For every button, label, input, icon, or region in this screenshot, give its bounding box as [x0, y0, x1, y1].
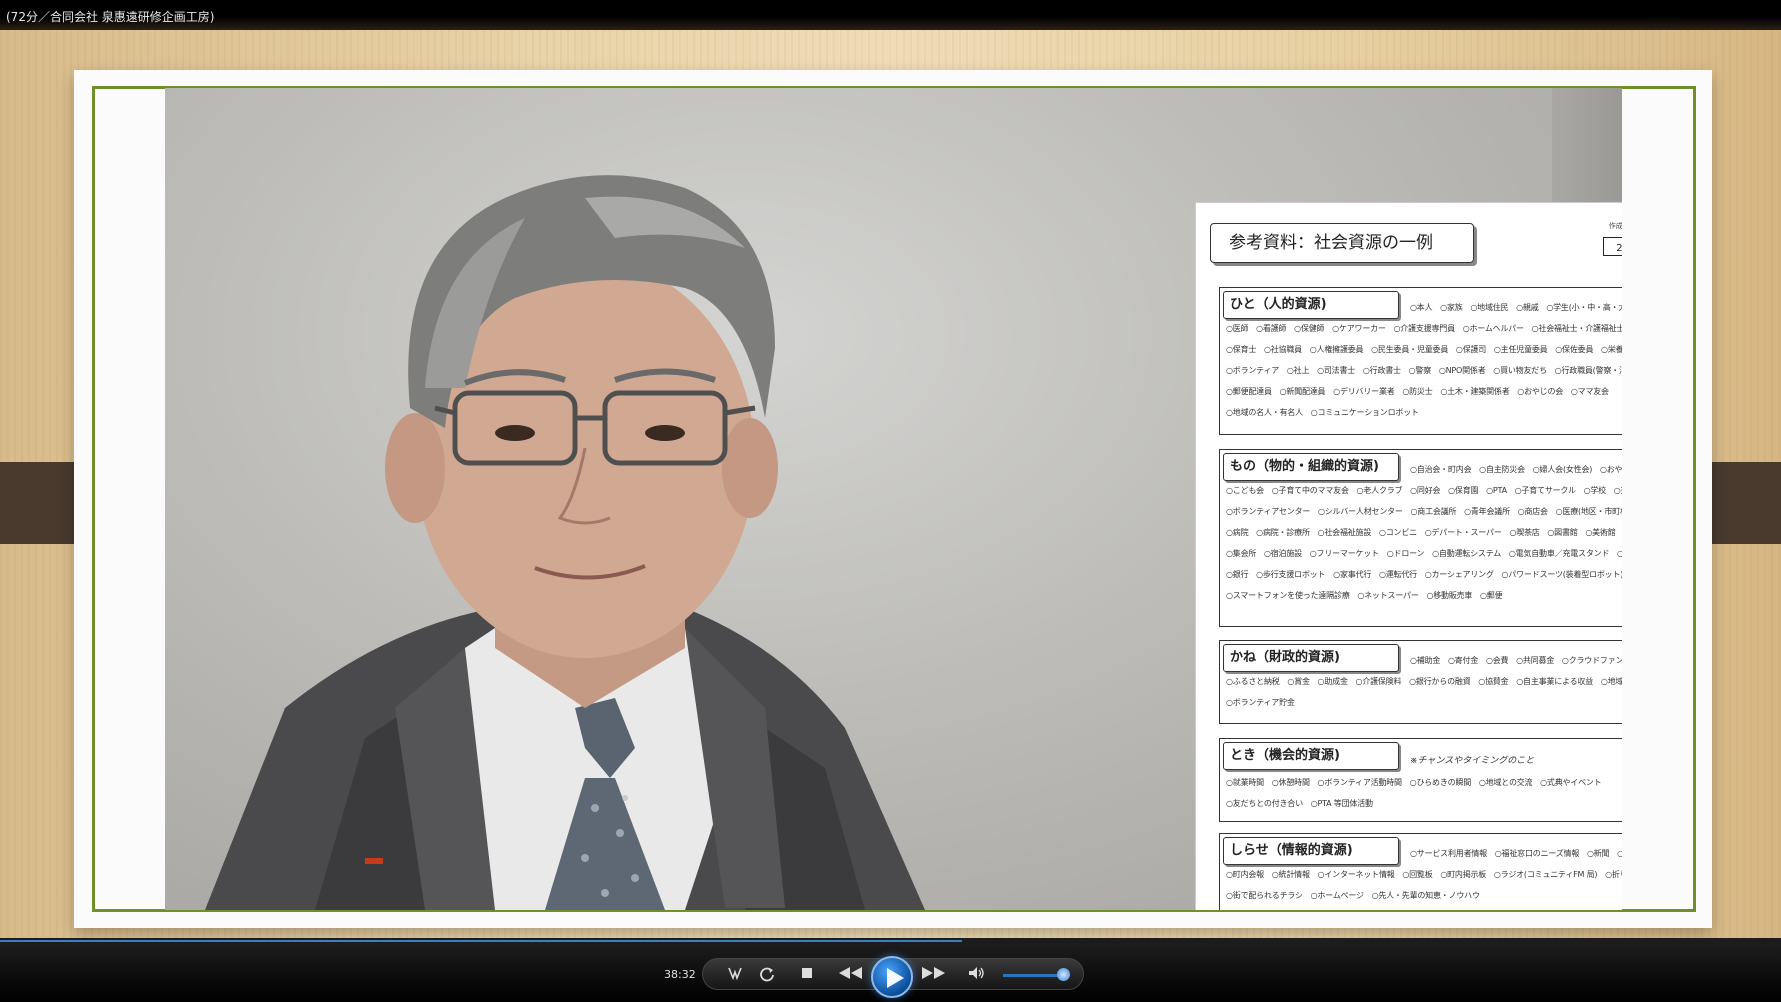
repeat-icon[interactable] [756, 966, 778, 984]
resource-line: ○医師 ○看護師 ○保健師 ○ケアワーカー ○介護支援専門員 ○ホームヘルパー … [1226, 324, 1622, 333]
resource-section: かね（財政的資源) ○補助金 ○寄付金 ○会費 ○共同募金 ○クラウドファンディン… [1219, 640, 1622, 724]
section-note: ※チャンスやタイミングのこと [1410, 756, 1535, 766]
play-button[interactable] [871, 956, 913, 998]
slide-author: 作成：合同会社 泉惠遠研修企画工房 [1608, 222, 1622, 230]
time-display: 38:32 [664, 968, 696, 981]
resource-line: ○自治会・町内会 ○自主防災会 ○婦人会(女性会) ○おやじの会 [1410, 465, 1622, 474]
volume-thumb[interactable] [1057, 968, 1070, 981]
resource-line: ○郵便配達員 ○新聞配達員 ○デリバリー業者 ○防災士 ○土木・建築関係者 ○お… [1226, 387, 1609, 396]
resource-line: ○サービス利用者情報 ○福祉窓口のニーズ情報 ○新聞 ○雑誌 ○テレビ [1410, 849, 1622, 858]
fast-forward-icon[interactable] [920, 966, 948, 984]
resource-line: ○集会所 ○宿泊施設 ○フリーマーケット ○ドローン ○自動運転システム ○電気… [1226, 549, 1622, 558]
resource-line: ○こども会 ○子育て中のママ友会 ○老人クラブ ○同好会 ○保育園 ○PTA ○… [1226, 486, 1622, 495]
rewind-icon[interactable] [836, 966, 864, 984]
resource-line: ○地域の名人・有名人 ○コミュニケーションロボット [1226, 408, 1419, 417]
player-controls: 38:32 [0, 944, 1781, 1002]
resource-line: ○スマートフォンを使った遠隔診療 ○ネットスーパー ○移動販売車 ○郵便 [1226, 591, 1503, 600]
video-area[interactable]: 参考資料：社会資源の一例 作成：合同会社 泉惠遠研修企画工房 2022.08.0… [0, 30, 1781, 938]
reference-slide: 参考資料：社会資源の一例 作成：合同会社 泉惠遠研修企画工房 2022.08.0… [1195, 202, 1622, 910]
resource-section: ひと（人的資源) ○本人 ○家族 ○地域住民 ○親戚 ○学生(小・中・高・大) ○… [1219, 287, 1622, 435]
resource-line: ○町内会報 ○統計情報 ○インターネット情報 ○回覧板 ○町内掲示板 ○ラジオ(… [1226, 870, 1622, 879]
section-label: ひと（人的資源) [1223, 291, 1399, 319]
resource-line: ○ボランティア ○社上 ○司法書士 ○行政書士 ○警察 ○NPO関係者 ○買い物… [1226, 366, 1622, 375]
video-scene: 参考資料：社会資源の一例 作成：合同会社 泉惠遠研修企画工房 2022.08.0… [165, 88, 1622, 910]
seek-progress [0, 940, 962, 942]
resource-line: ○保育士 ○社協職員 ○人権擁護委員 ○民生委員・児童委員 ○保護司 ○主任児童… [1226, 345, 1622, 354]
section-label: とき（機会的資源) [1223, 742, 1399, 770]
title-bar: (72分／合同会社 泉惠遠研修企画工房) [0, 0, 1781, 30]
resource-section: とき（機会的資源) ※チャンスやタイミングのこと ○就業時間 ○休憩時間 ○ボランテ… [1219, 738, 1622, 822]
volume-slider[interactable] [1003, 974, 1065, 977]
section-label: もの（物的・組織的資源) [1223, 453, 1399, 481]
stop-icon[interactable] [796, 966, 818, 984]
slide-date: 2022.08.01 現在 [1603, 237, 1622, 256]
resource-line: ○補助金 ○寄付金 ○会費 ○共同募金 ○クラウドファンディング [1410, 656, 1622, 665]
section-label: かね（財政的資源) [1223, 644, 1399, 672]
resource-line: ○銀行 ○歩行支援ロボット ○家事代行 ○運転代行 ○カーシェアリング ○パワー… [1226, 570, 1622, 579]
resource-line: ○ボランティア貯金 [1226, 698, 1295, 707]
volume-icon[interactable] [966, 966, 988, 984]
resource-section: しらせ（情報的資源) ○サービス利用者情報 ○福祉窓口のニーズ情報 ○新聞 ○雑誌… [1219, 833, 1622, 910]
resource-line: ○ふるさと納税 ○賞金 ○助成金 ○介護保険料 ○銀行からの融資 ○協賛金 ○自… [1226, 677, 1622, 686]
switch-view-icon[interactable] [724, 966, 746, 984]
window-title: (72分／合同会社 泉惠遠研修企画工房) [6, 10, 215, 24]
presenter-image [205, 175, 925, 910]
section-label: しらせ（情報的資源) [1223, 837, 1399, 865]
resource-line: ○就業時間 ○休憩時間 ○ボランティア活動時間 ○ひらめきの瞬間 ○地域との交流… [1226, 778, 1602, 787]
resource-line: ○街で配られるチラシ ○ホームページ ○先人・先輩の知恵・ノウハウ [1226, 891, 1480, 900]
resource-line: ○友だちとの付き合い ○PTA 等団体活動 [1226, 799, 1373, 808]
resource-section: もの（物的・組織的資源) ○自治会・町内会 ○自主防災会 ○婦人会(女性会) ○お… [1219, 449, 1622, 627]
resource-line: ○病院 ○病院・診療所 ○社会福祉施設 ○コンビニ ○デパート・スーパー ○喫茶… [1226, 528, 1622, 537]
resource-line: ○ボランティアセンター ○シルバー人材センター ○商工会議所 ○青年会議所 ○商… [1226, 507, 1622, 516]
resource-line: ○本人 ○家族 ○地域住民 ○親戚 ○学生(小・中・高・大) ○有識者 ○自治上 [1410, 303, 1622, 312]
slide-title: 参考資料：社会資源の一例 [1210, 223, 1474, 263]
